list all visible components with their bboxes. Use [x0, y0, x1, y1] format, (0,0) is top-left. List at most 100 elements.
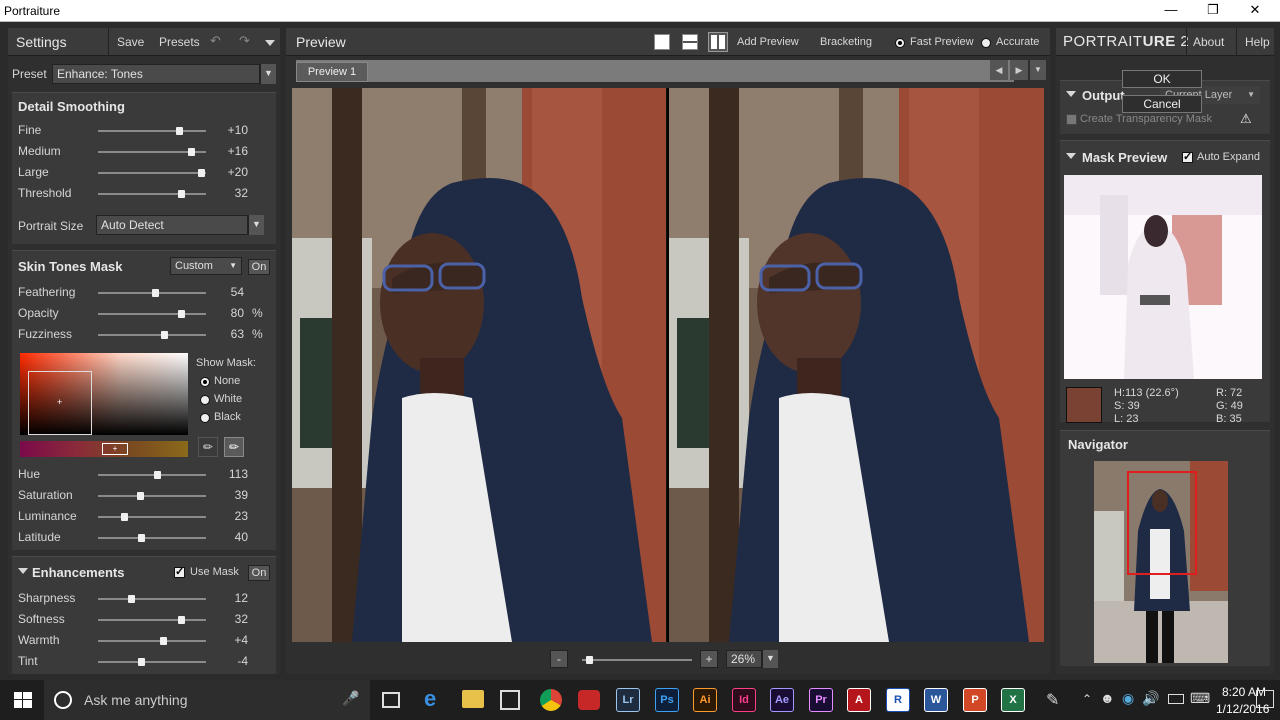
undo-icon[interactable]: ↶ — [210, 33, 221, 49]
detail-slider-0-slider[interactable] — [98, 127, 206, 135]
zoom-slider[interactable] — [582, 656, 692, 664]
transparency-checkbox[interactable] — [1066, 114, 1077, 125]
enhancements-on-toggle[interactable]: On — [248, 565, 270, 581]
help-button[interactable]: Help — [1245, 35, 1270, 49]
minimize-button[interactable]: — — [1150, 0, 1192, 22]
auto-expand-checkbox[interactable] — [1182, 150, 1193, 163]
skin-color-slider-1-knob[interactable] — [137, 492, 144, 500]
eyedropper-icon[interactable]: ✏ — [198, 437, 218, 457]
skin-mode-dropdown[interactable]: Custom ▼ — [170, 257, 242, 275]
save-button[interactable]: Save — [117, 35, 144, 49]
preset-dropdown-arrow[interactable]: ▼ — [260, 64, 276, 84]
enh-slider-1-knob[interactable] — [178, 616, 185, 624]
skin-slider-1-knob[interactable] — [178, 310, 185, 318]
app-icon-misc[interactable]: ✎ — [1046, 690, 1059, 710]
pdf-app-icon[interactable] — [578, 690, 600, 710]
settings-menu-icon[interactable] — [265, 40, 275, 46]
tray-chevron-icon[interactable]: ⌃ — [1082, 692, 1092, 706]
ps-app-icon[interactable]: Ps — [655, 688, 679, 712]
ppt-app-icon[interactable]: P — [963, 688, 987, 712]
excel-app-icon[interactable]: X — [1001, 688, 1025, 712]
preset-dropdown[interactable]: Enhance: Tones — [52, 64, 260, 84]
hue-range-bar[interactable]: + — [20, 441, 188, 457]
skin-color-slider-3-slider[interactable] — [98, 534, 206, 542]
store-icon[interactable] — [500, 690, 520, 710]
tab-preview-1[interactable]: Preview 1 — [296, 62, 368, 82]
mask-black-radio[interactable] — [200, 413, 210, 423]
lr-app-icon[interactable]: Lr — [616, 688, 640, 712]
network-icon[interactable]: ◉ — [1122, 690, 1134, 707]
tab-prev-icon[interactable]: ◀ — [990, 60, 1008, 80]
skin-color-slider-2-slider[interactable] — [98, 513, 206, 521]
mask-none-radio[interactable] — [200, 377, 210, 387]
tab-menu-icon[interactable]: ▼ — [1030, 60, 1046, 80]
cancel-button[interactable]: Cancel — [1122, 95, 1202, 113]
r-app-icon[interactable]: R — [886, 688, 910, 712]
action-center-icon[interactable] — [1256, 690, 1274, 708]
microphone-icon[interactable]: 🎤 — [342, 690, 359, 707]
skin-color-slider-2-knob[interactable] — [121, 513, 128, 521]
add-preview-button[interactable]: Add Preview — [737, 36, 799, 48]
split-horizontal-icon[interactable] — [682, 34, 698, 50]
detail-slider-1-slider[interactable] — [98, 148, 206, 156]
presets-button[interactable]: Presets — [159, 35, 200, 49]
skin-color-field[interactable]: + — [20, 353, 188, 435]
chrome-icon[interactable] — [540, 689, 562, 711]
detail-slider-1-knob[interactable] — [188, 148, 195, 156]
cortana-search-box[interactable]: Ask me anything 🎤 — [44, 680, 370, 720]
navigator-thumbnail[interactable] — [1094, 461, 1228, 663]
zoom-in-button[interactable]: + — [700, 650, 718, 668]
accurate-radio[interactable] — [981, 38, 991, 48]
zoom-dropdown[interactable]: 26% — [726, 650, 762, 668]
volume-icon[interactable]: 🔊 — [1142, 690, 1159, 707]
skin-slider-2-slider[interactable] — [98, 331, 206, 339]
ai-app-icon[interactable]: Ai — [693, 688, 717, 712]
enh-slider-2-knob[interactable] — [160, 637, 167, 645]
about-button[interactable]: About — [1193, 35, 1224, 49]
detail-slider-2-knob[interactable] — [198, 169, 205, 177]
skin-color-slider-3-knob[interactable] — [138, 534, 145, 542]
close-button[interactable]: ✕ — [1234, 0, 1276, 22]
portrait-size-arrow[interactable]: ▼ — [248, 215, 264, 235]
single-view-icon[interactable] — [654, 34, 670, 50]
zoom-slider-knob[interactable] — [586, 656, 593, 664]
enh-slider-0-knob[interactable] — [128, 595, 135, 603]
enhancements-collapse-icon[interactable] — [18, 568, 28, 574]
task-view-icon[interactable] — [382, 692, 400, 708]
skin-color-slider-0-knob[interactable] — [154, 471, 161, 479]
start-windows-icon[interactable] — [14, 692, 32, 708]
skin-slider-0-knob[interactable] — [152, 289, 159, 297]
skin-color-slider-0-slider[interactable] — [98, 471, 206, 479]
word-app-icon[interactable]: W — [924, 688, 948, 712]
pr-app-icon[interactable]: Pr — [809, 688, 833, 712]
skin-slider-2-knob[interactable] — [161, 331, 168, 339]
skin-slider-0-slider[interactable] — [98, 289, 206, 297]
battery-icon[interactable] — [1168, 694, 1184, 704]
skin-color-slider-1-slider[interactable] — [98, 492, 206, 500]
retouched-photo[interactable] — [669, 88, 1044, 642]
hue-range-handle[interactable]: + — [102, 443, 128, 455]
detail-slider-0-knob[interactable] — [176, 127, 183, 135]
zoom-dropdown-arrow[interactable]: ▼ — [762, 650, 778, 668]
split-vertical-icon[interactable] — [708, 32, 728, 52]
file-explorer-icon[interactable] — [462, 690, 484, 708]
enh-slider-1-slider[interactable] — [98, 616, 206, 624]
mask-preview-collapse-icon[interactable] — [1066, 153, 1076, 159]
keyboard-icon[interactable]: ⌨ — [1190, 690, 1210, 707]
output-collapse-icon[interactable] — [1066, 91, 1076, 97]
redo-icon[interactable]: ↷ — [239, 33, 250, 49]
enh-slider-3-slider[interactable] — [98, 658, 206, 666]
navigator-viewport-box[interactable] — [1127, 471, 1197, 575]
detail-slider-2-slider[interactable] — [98, 169, 206, 177]
zoom-out-button[interactable]: - — [550, 650, 568, 668]
enh-slider-3-knob[interactable] — [138, 658, 145, 666]
use-mask-checkbox[interactable] — [174, 565, 185, 578]
enh-slider-2-slider[interactable] — [98, 637, 206, 645]
enh-slider-0-slider[interactable] — [98, 595, 206, 603]
skin-slider-1-slider[interactable] — [98, 310, 206, 318]
ok-button[interactable]: OK — [1122, 70, 1202, 88]
mask-white-radio[interactable] — [200, 395, 210, 405]
bracketing-button[interactable]: Bracketing — [820, 36, 872, 48]
fast-preview-radio[interactable] — [895, 38, 905, 48]
preview-canvas[interactable] — [292, 88, 1044, 642]
